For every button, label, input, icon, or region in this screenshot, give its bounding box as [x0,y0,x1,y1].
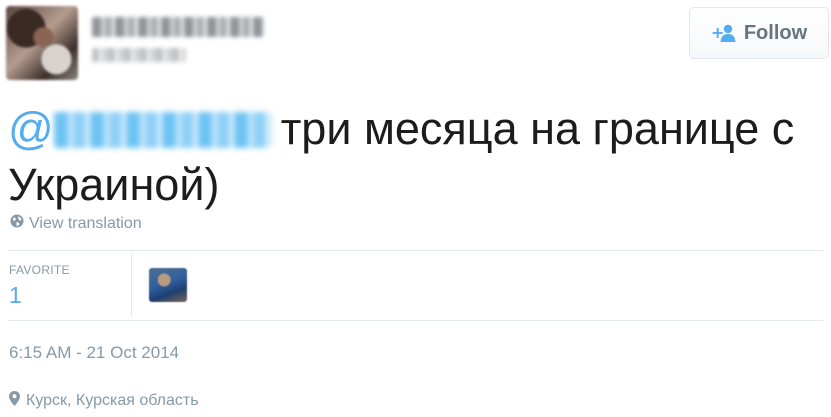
tweet-location[interactable]: Курск, Курская область [9,391,199,411]
mention-handle-redacted[interactable] [53,112,271,148]
view-translation-label: View translation [29,214,142,232]
tweet-text: @ три месяца на границе с Украиной) [8,101,823,213]
favoriter-avatar[interactable] [149,268,187,302]
author-avatar[interactable] [6,6,78,80]
author-name-redacted[interactable] [92,17,264,37]
mention-at-sign[interactable]: @ [8,103,54,154]
tweet-timestamp[interactable]: 6:15 AM - 21 Oct 2014 [9,343,179,363]
favorites-label: FAVORITE [9,263,70,277]
add-user-icon: + [711,24,737,42]
divider-bottom [8,320,823,321]
follow-button-label: Follow [743,21,808,44]
divider-top [8,250,823,251]
author-handle-redacted[interactable] [92,48,186,62]
view-translation-link[interactable]: View translation [10,214,142,233]
stats-separator [131,253,132,317]
map-pin-icon [9,391,20,411]
globe-icon [10,214,24,233]
location-label: Курск, Курская область [26,392,199,409]
favorites-count[interactable]: 1 [9,282,22,309]
follow-button[interactable]: + Follow [689,7,829,59]
